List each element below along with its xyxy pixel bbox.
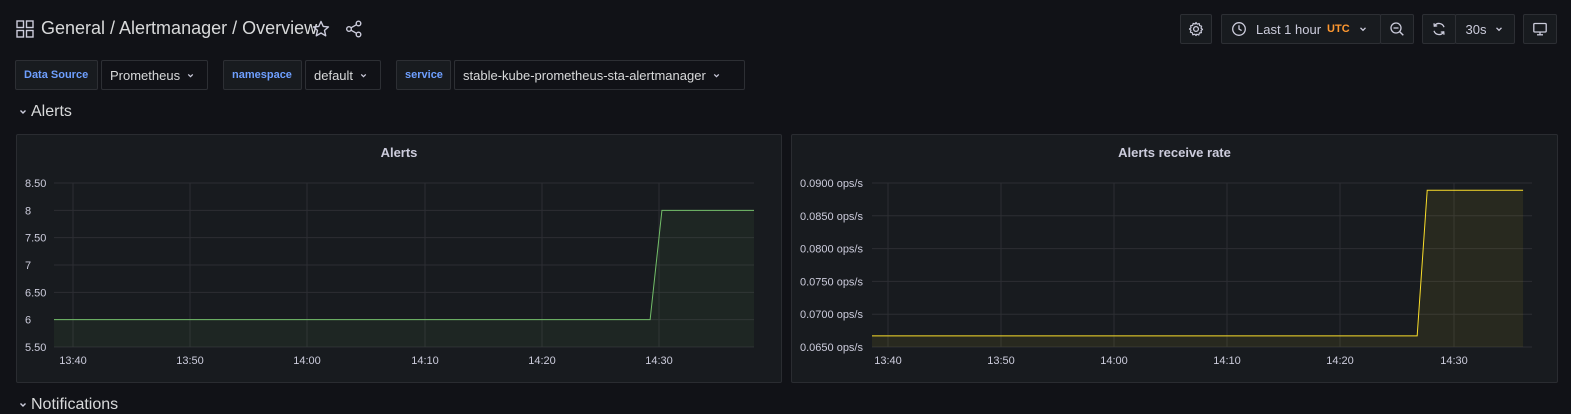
variable-value: default: [314, 67, 354, 83]
y-tick-label: 0.0700 ops/s: [800, 309, 863, 321]
panel-alerts-receive-rate[interactable]: Alerts receive rate 0.0650 ops/s 0.0700 o…: [791, 134, 1558, 383]
refresh-button[interactable]: [1422, 14, 1456, 44]
x-tick-label: 13:50: [176, 355, 204, 367]
y-tick-label: 6: [25, 315, 31, 327]
series-area: [54, 210, 754, 347]
x-tick-label: 14:00: [293, 355, 321, 367]
row-toggle-alerts[interactable]: Alerts: [18, 103, 72, 121]
x-tick-label: 14:30: [1440, 355, 1468, 367]
chevron-down-icon: [187, 73, 194, 78]
x-tick-label: 14:20: [1326, 355, 1354, 367]
time-range-picker[interactable]: Last 1 hour UTC: [1221, 14, 1381, 44]
timezone-badge: UTC: [1327, 23, 1350, 35]
variable-select-service[interactable]: stable-kube-prometheus-sta-alertmanager: [454, 60, 745, 90]
dashboard-settings-button[interactable]: [1180, 14, 1212, 44]
monitor-icon: [1533, 22, 1547, 36]
zoom-out-button[interactable]: [1380, 14, 1414, 44]
variable-select-namespace[interactable]: default: [305, 60, 381, 90]
variable-select-datasource[interactable]: Prometheus: [101, 60, 208, 90]
chevron-down-icon: [1496, 27, 1503, 32]
x-tick-label: 14:10: [411, 355, 439, 367]
refresh-interval-label: 30s: [1465, 21, 1487, 37]
chevron-down-icon: [713, 73, 719, 78]
clock-icon: [1232, 22, 1246, 36]
dashboards-grid-icon[interactable]: [16, 20, 34, 38]
row-title: Notifications: [31, 396, 119, 413]
variable-label-service: service: [396, 60, 451, 90]
x-tick-label: 14:30: [645, 355, 673, 367]
zoom-out-icon: [1390, 22, 1404, 36]
y-tick-label: 7: [25, 260, 31, 272]
refresh-interval-picker[interactable]: 30s: [1455, 14, 1515, 44]
time-range-label: Last 1 hour: [1256, 21, 1322, 37]
row-title: Alerts: [31, 103, 72, 120]
top-bar: General / Alertmanager / Overview Last 1…: [0, 0, 1571, 58]
y-tick-label: 6.50: [25, 287, 46, 299]
tv-mode-button[interactable]: [1523, 14, 1557, 44]
x-tick-label: 14:00: [1100, 355, 1128, 367]
panel-alerts[interactable]: Alerts 5.50 6 6.50 7 7.50 8 8.50 13:40 13:50 14:0…: [16, 134, 782, 383]
y-tick-label: 0.0850 ops/s: [800, 211, 863, 223]
x-tick-label: 13:40: [874, 355, 902, 367]
chart-alerts-receive-rate: 0.0650 ops/s 0.0700 ops/s 0.0750 ops/s 0.08…: [800, 178, 1532, 367]
y-tick-label: 5.50: [25, 342, 46, 354]
y-tick-label: 7.50: [25, 233, 46, 245]
chart-alerts: 5.50 6 6.50 7 7.50 8 8.50 13:40 13:50 14:00 14:10 1…: [25, 178, 754, 367]
refresh-icon: [1433, 22, 1445, 36]
variable-label-namespace: namespace: [223, 60, 302, 90]
x-tick-label: 14:10: [1213, 355, 1241, 367]
row-toggle-notifications[interactable]: Notifications: [18, 396, 118, 414]
y-tick-label: 8: [25, 205, 31, 217]
y-tick-label: 0.0650 ops/s: [800, 342, 863, 354]
y-tick-label: 8.50: [25, 178, 46, 190]
star-icon[interactable]: [312, 20, 330, 38]
y-tick-label: 0.0800 ops/s: [800, 244, 863, 256]
variable-label-datasource: Data Source: [15, 60, 98, 90]
variable-value: stable-kube-prometheus-sta-alertmanager: [463, 67, 706, 83]
share-icon[interactable]: [345, 20, 363, 38]
chevron-down-icon: [20, 109, 26, 114]
chevron-down-icon: [360, 73, 367, 78]
chevron-down-icon: [1359, 27, 1366, 32]
y-tick-label: 0.0900 ops/s: [800, 178, 863, 190]
variable-value: Prometheus: [110, 67, 181, 83]
x-tick-label: 13:50: [987, 355, 1015, 367]
x-tick-label: 14:20: [528, 355, 556, 367]
gear-icon: [1188, 21, 1204, 37]
chevron-down-icon: [20, 402, 26, 407]
y-tick-label: 0.0750 ops/s: [800, 276, 863, 288]
x-tick-label: 13:40: [59, 355, 87, 367]
breadcrumb[interactable]: General / Alertmanager / Overview: [41, 18, 317, 39]
